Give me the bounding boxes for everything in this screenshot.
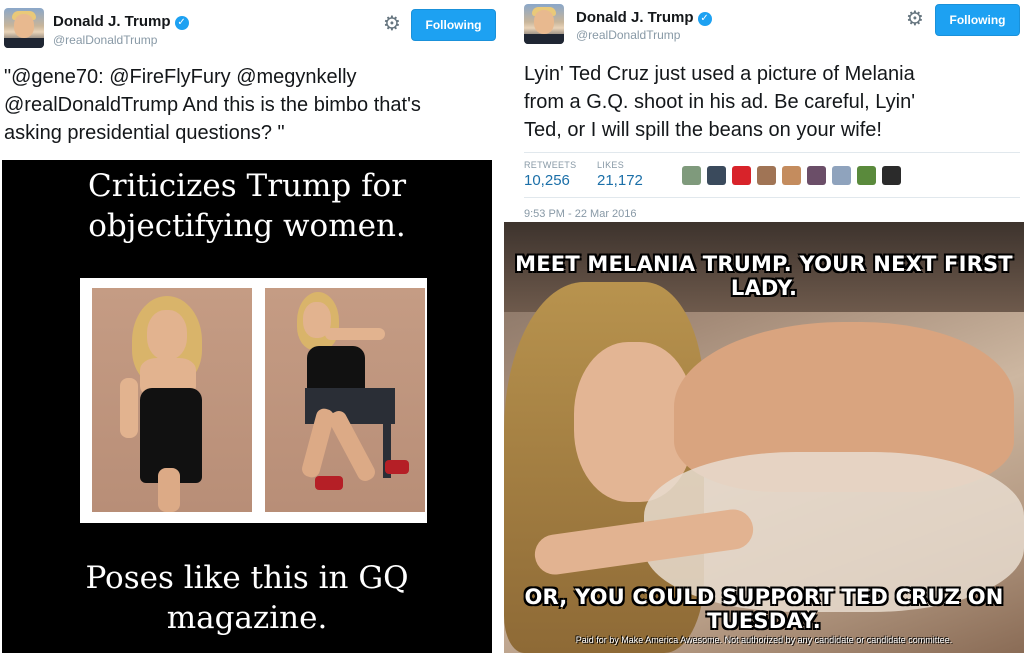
tweet-text-line: Lyin' Ted Cruz just used a picture of Me… xyxy=(524,63,915,85)
author-handle[interactable]: @realDonaldTrump xyxy=(53,33,157,47)
photo-frame xyxy=(80,278,427,523)
likes-count[interactable]: 21,172 xyxy=(597,172,643,189)
meme-caption-line: Poses like this in GQ xyxy=(85,560,409,596)
liker-avatar[interactable] xyxy=(832,166,851,185)
author-avatar[interactable] xyxy=(524,4,564,44)
tweet-text-line: "@gene70: @FireFlyFury @megynkelly xyxy=(4,66,357,88)
liker-avatar[interactable] xyxy=(682,166,701,185)
tweet-text-line: from a G.Q. shoot in his ad. Be careful,… xyxy=(524,91,916,113)
divider-line xyxy=(524,152,1020,153)
tweet-image[interactable]: Criticizes Trump for objectifying women. xyxy=(2,160,492,653)
liker-avatar[interactable] xyxy=(732,166,751,185)
verified-badge-icon: ✓ xyxy=(697,12,712,26)
meme-bottom-caption: Poses like this in GQ magazine. xyxy=(2,558,492,638)
author-handle[interactable]: @realDonaldTrump xyxy=(576,28,680,42)
author-name[interactable]: Donald J. Trump xyxy=(576,9,694,26)
liker-avatar[interactable] xyxy=(782,166,801,185)
tweet-text: Lyin' Ted Cruz just used a picture of Me… xyxy=(524,60,1019,144)
right-tweet: Donald J. Trump ✓ @realDonaldTrump ⚙ Foll… xyxy=(504,0,1024,653)
liker-avatar[interactable] xyxy=(707,166,726,185)
meme-caption-line: Criticizes Trump for xyxy=(87,168,407,204)
following-button[interactable]: Following xyxy=(935,4,1020,36)
liker-avatar[interactable] xyxy=(757,166,776,185)
panel-divider xyxy=(496,0,504,653)
verified-badge-icon: ✓ xyxy=(174,16,189,30)
liker-avatar[interactable] xyxy=(857,166,876,185)
meme-caption-line: objectifying women. xyxy=(88,208,406,244)
tweet-text-line: Ted, or I will spill the beans on your w… xyxy=(524,119,882,141)
retweets-label: RETWEETS xyxy=(524,160,577,170)
likes-label: LIKES xyxy=(597,160,625,170)
author-avatar[interactable] xyxy=(4,8,44,48)
liker-avatar[interactable] xyxy=(882,166,901,185)
gear-icon[interactable]: ⚙ xyxy=(383,14,401,34)
liker-avatar[interactable] xyxy=(807,166,826,185)
author-name-row[interactable]: Donald J. Trump ✓ xyxy=(53,13,189,30)
meme-caption-line: magazine. xyxy=(166,600,328,636)
meme-fine-print: Paid for by Make America Awesome. Not au… xyxy=(575,635,953,645)
following-button[interactable]: Following xyxy=(411,9,496,41)
tweet-timestamp[interactable]: 9:53 PM - 22 Mar 2016 xyxy=(524,208,637,220)
tweet-text: "@gene70: @FireFlyFury @megynkelly @real… xyxy=(4,63,496,147)
tweet-image[interactable]: MEET MELANIA TRUMP. YOUR NEXT FIRST LADY… xyxy=(504,222,1024,653)
gear-icon[interactable]: ⚙ xyxy=(906,9,924,29)
retweets-count[interactable]: 10,256 xyxy=(524,172,570,189)
author-name-row[interactable]: Donald J. Trump ✓ xyxy=(576,9,712,26)
divider-line xyxy=(524,197,1020,198)
magazine-photo-right xyxy=(265,288,425,512)
meme-bottom-text: OR, YOU COULD SUPPORT TED CRUZ ON TUESDA… xyxy=(524,585,1004,633)
magazine-photo-left xyxy=(92,288,252,512)
left-tweet: Donald J. Trump ✓ @realDonaldTrump ⚙ Foll… xyxy=(0,0,496,653)
author-name[interactable]: Donald J. Trump xyxy=(53,13,171,30)
tweet-text-line: asking presidential questions? " xyxy=(4,122,285,144)
tweet-text-line: @realDonaldTrump And this is the bimbo t… xyxy=(4,94,421,116)
meme-top-caption: Criticizes Trump for objectifying women. xyxy=(2,166,492,246)
meme-top-text: MEET MELANIA TRUMP. YOUR NEXT FIRST LADY… xyxy=(515,252,1013,300)
